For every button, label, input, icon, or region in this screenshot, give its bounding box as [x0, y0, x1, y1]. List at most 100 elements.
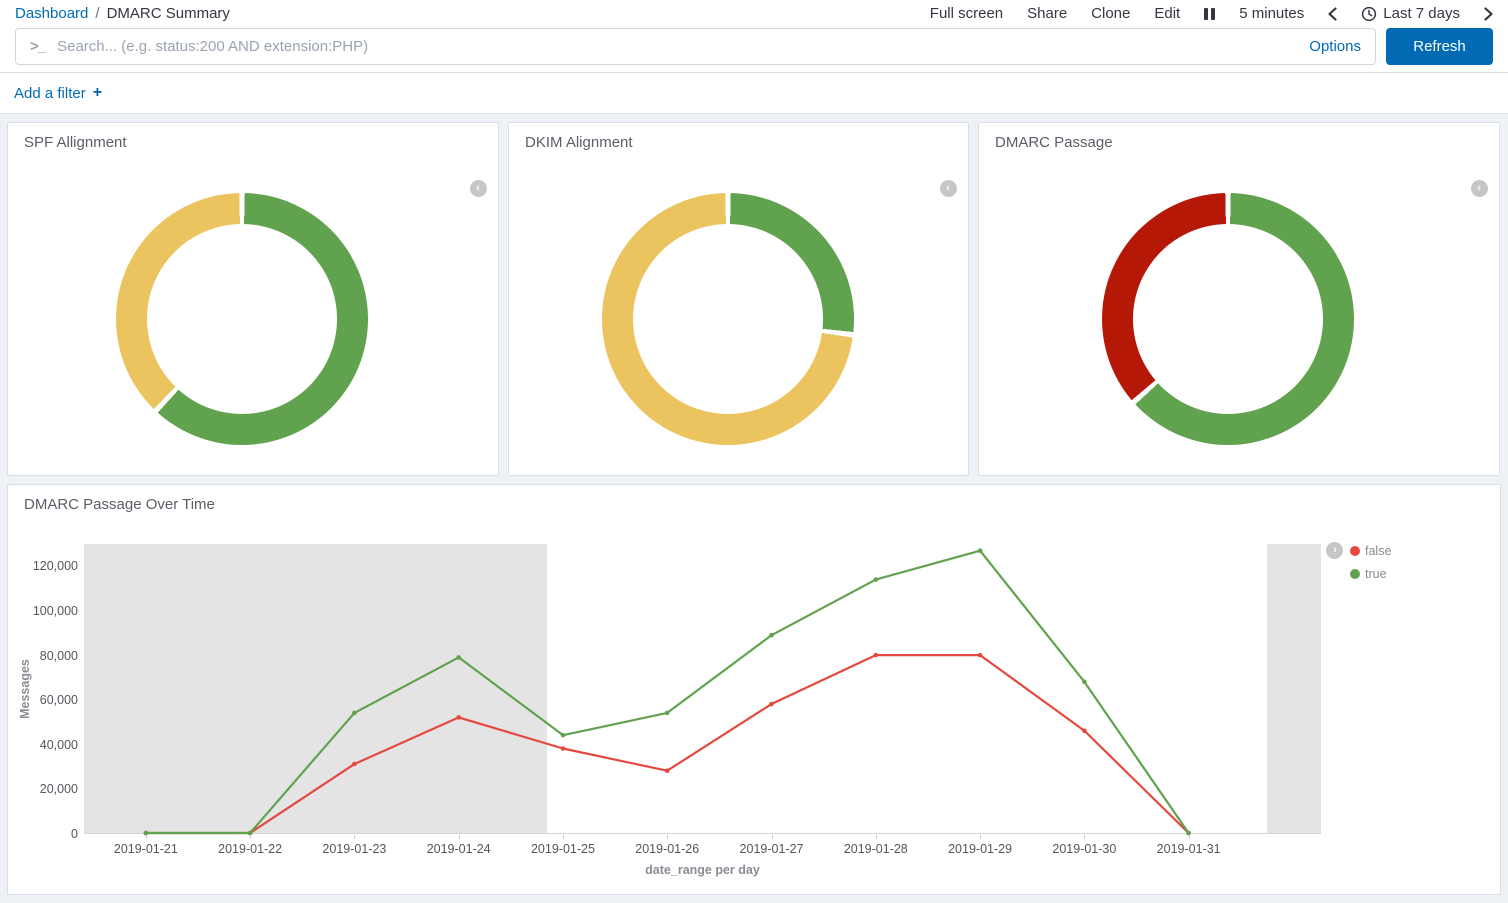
legend-collapse-icon[interactable]: ‹ — [940, 180, 957, 197]
data-point-true[interactable] — [352, 711, 357, 716]
legend-label: false — [1365, 544, 1391, 558]
x-tick-label: 2019-01-30 — [1052, 842, 1116, 856]
data-point-true[interactable] — [769, 633, 774, 638]
time-range-prev-button[interactable] — [1328, 7, 1337, 21]
data-point-true[interactable] — [456, 655, 461, 660]
panel-dmarc-over-time: DMARC Passage Over Time Messages 020,000… — [7, 484, 1501, 895]
x-tick-label: 2019-01-27 — [740, 842, 804, 856]
x-tick-label: 2019-01-25 — [531, 842, 595, 856]
x-tick-mark — [772, 835, 773, 839]
y-tick-label: 20,000 — [40, 782, 78, 796]
donut-hole — [1133, 224, 1323, 414]
share-button[interactable]: Share — [1027, 5, 1067, 22]
plus-icon[interactable]: + — [93, 84, 102, 102]
y-tick-label: 0 — [71, 827, 78, 841]
query-options-link[interactable]: Options — [1309, 38, 1361, 55]
x-tick-mark — [980, 835, 981, 839]
spf-donut-chart[interactable] — [116, 193, 368, 445]
search-box: >_ Options — [15, 28, 1376, 65]
top-chrome: Dashboard / DMARC Summary Full screen Sh… — [0, 0, 1508, 73]
x-tick-mark — [563, 835, 564, 839]
legend-items: false true — [1350, 542, 1391, 581]
legend-collapse-icon[interactable]: ‹ — [470, 180, 487, 197]
query-prompt-icon: >_ — [30, 38, 45, 55]
data-point-true[interactable] — [665, 711, 670, 716]
x-tick-mark — [250, 835, 251, 839]
time-range-picker[interactable]: Last 7 days — [1361, 5, 1460, 22]
x-tick-label: 2019-01-28 — [844, 842, 908, 856]
line-chart-plot — [84, 544, 1321, 834]
data-point-false[interactable] — [665, 768, 670, 773]
x-tick-mark — [667, 835, 668, 839]
edit-button[interactable]: Edit — [1154, 5, 1180, 22]
x-tick-label: 2019-01-24 — [427, 842, 491, 856]
data-point-false[interactable] — [352, 762, 357, 767]
panel-title-dmarc: DMARC Passage — [979, 123, 1499, 162]
breadcrumb: Dashboard / DMARC Summary — [15, 5, 230, 22]
dmarc-donut-chart[interactable] — [1102, 193, 1354, 445]
data-point-true[interactable] — [561, 733, 566, 738]
donut-hole — [147, 224, 337, 414]
data-point-true[interactable] — [874, 577, 879, 582]
dashboard-grid: SPF Allignment ‹ DKIM Alignment ‹ DMARC … — [0, 114, 1508, 903]
data-point-false[interactable] — [1082, 728, 1087, 733]
x-tick-label: 2019-01-31 — [1157, 842, 1221, 856]
breadcrumb-separator: / — [95, 5, 99, 22]
panel-title-dkim: DKIM Alignment — [509, 123, 968, 162]
breadcrumb-dashboard-link[interactable]: Dashboard — [15, 5, 88, 22]
x-tick-mark — [1189, 835, 1190, 839]
x-tick-label: 2019-01-26 — [635, 842, 699, 856]
y-axis: 020,00040,00060,00080,000100,000120,000 — [8, 544, 78, 834]
legend-label: true — [1365, 567, 1387, 581]
chevron-right-icon — [1484, 7, 1493, 21]
line-chart-svg — [84, 544, 1321, 833]
data-point-false[interactable] — [769, 702, 774, 707]
x-tick-mark — [876, 835, 877, 839]
x-tick-label: 2019-01-21 — [114, 842, 178, 856]
legend-dot-icon — [1350, 546, 1360, 556]
panel-spf-alignment: SPF Allignment ‹ — [7, 122, 499, 476]
legend-item-false[interactable]: false — [1350, 544, 1391, 558]
donut-row: SPF Allignment ‹ DKIM Alignment ‹ DMARC … — [7, 122, 1501, 476]
x-tick-mark — [354, 835, 355, 839]
dkim-donut-chart[interactable] — [602, 193, 854, 445]
data-point-true[interactable] — [978, 548, 983, 553]
navbar: Dashboard / DMARC Summary Full screen Sh… — [0, 0, 1508, 27]
data-point-false[interactable] — [561, 746, 566, 751]
data-point-false[interactable] — [874, 653, 879, 658]
full-screen-button[interactable]: Full screen — [930, 5, 1003, 22]
x-tick-label: 2019-01-22 — [218, 842, 282, 856]
data-point-false[interactable] — [456, 715, 461, 720]
chart-legend: › false true — [1326, 542, 1391, 581]
y-tick-label: 80,000 — [40, 649, 78, 663]
data-point-true[interactable] — [1082, 680, 1087, 685]
donut-hole — [633, 224, 823, 414]
panel-title-timeseries: DMARC Passage Over Time — [8, 485, 1500, 524]
time-range-label: Last 7 days — [1383, 5, 1460, 22]
legend-toggle-icon[interactable]: › — [1326, 542, 1343, 559]
data-point-false[interactable] — [978, 653, 983, 658]
x-axis-title: date_range per day — [84, 863, 1321, 877]
legend-item-true[interactable]: true — [1350, 567, 1391, 581]
pause-icon[interactable] — [1204, 8, 1215, 20]
panel-dmarc-passage: DMARC Passage ‹ — [978, 122, 1500, 476]
panel-dkim-alignment: DKIM Alignment ‹ — [508, 122, 969, 476]
x-tick-label: 2019-01-29 — [948, 842, 1012, 856]
clone-button[interactable]: Clone — [1091, 5, 1130, 22]
series-line-false — [146, 655, 1189, 833]
y-tick-label: 40,000 — [40, 738, 78, 752]
dashboard-menu: Full screen Share Clone Edit 5 minutes L… — [930, 5, 1493, 22]
legend-collapse-icon[interactable]: ‹ — [1471, 180, 1488, 197]
search-input[interactable] — [57, 38, 1297, 55]
panel-title-spf: SPF Allignment — [8, 123, 498, 162]
page-title: DMARC Summary — [107, 5, 230, 22]
y-tick-label: 60,000 — [40, 693, 78, 707]
clock-icon — [1361, 6, 1377, 22]
y-tick-label: 100,000 — [33, 604, 78, 618]
x-tick-mark — [1084, 835, 1085, 839]
refresh-button[interactable]: Refresh — [1386, 28, 1493, 65]
chevron-left-icon — [1328, 7, 1337, 21]
add-filter-link[interactable]: Add a filter — [14, 85, 86, 102]
time-range-next-button[interactable] — [1484, 7, 1493, 21]
refresh-interval-button[interactable]: 5 minutes — [1239, 5, 1304, 22]
